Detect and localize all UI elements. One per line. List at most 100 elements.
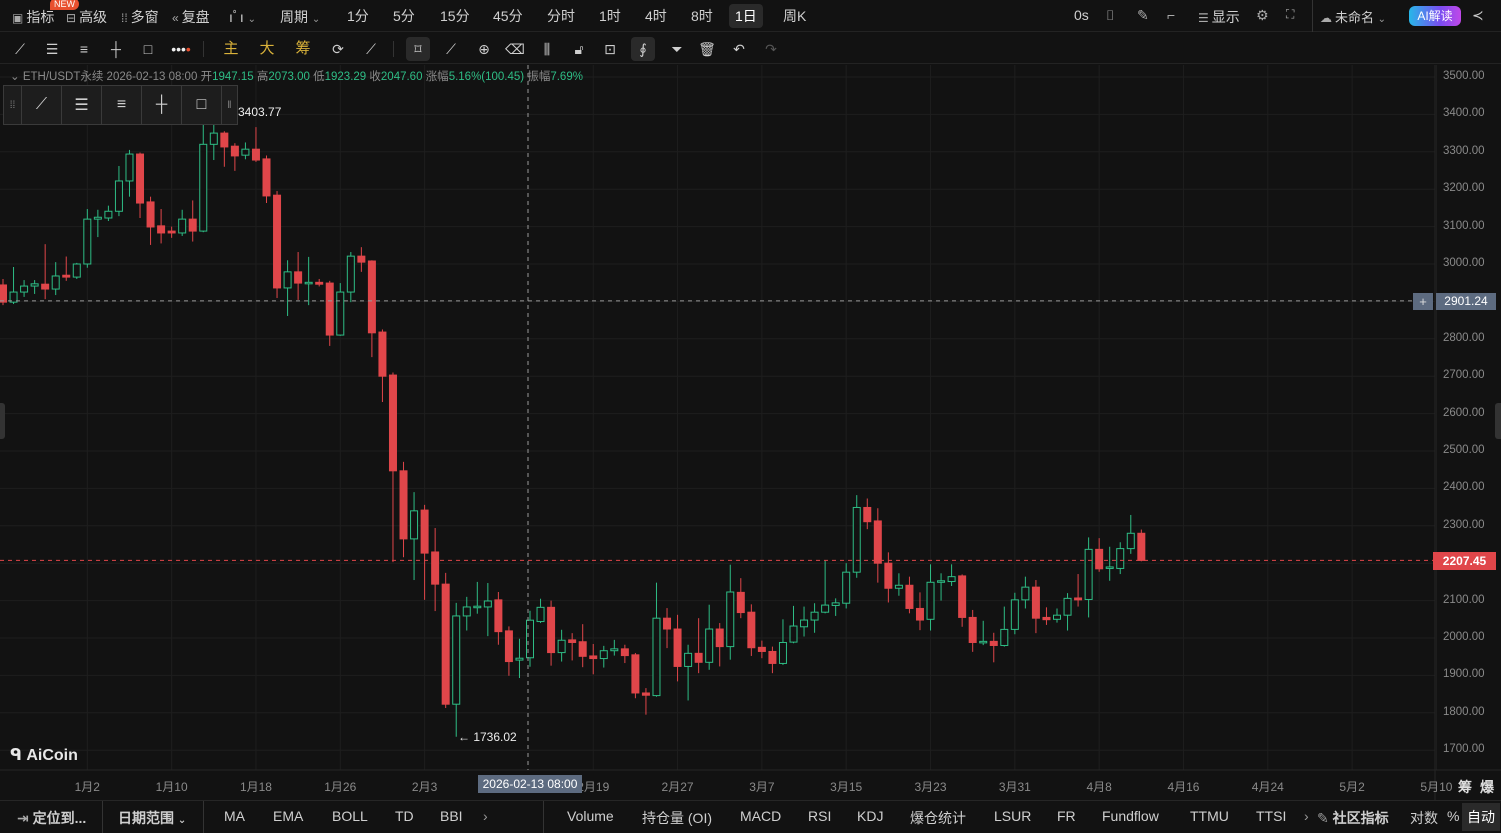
- indicator-volume[interactable]: Volume: [567, 808, 614, 824]
- chevron-right-icon[interactable]: ›: [483, 808, 488, 824]
- collapse-icon[interactable]: ⌄: [10, 71, 20, 83]
- interval-45m[interactable]: 45分: [487, 4, 529, 28]
- indicator-liquidation[interactable]: 爆仓统计: [910, 808, 966, 828]
- indicator-macd[interactable]: MACD: [740, 808, 781, 824]
- indicator-ema[interactable]: EMA: [273, 808, 303, 824]
- community-indicators-button[interactable]: ✎ 社区指标: [1317, 808, 1389, 828]
- candle-body: [1126, 532, 1135, 550]
- left-panel-toggle[interactable]: [0, 403, 5, 439]
- indicators-button[interactable]: ▣ 指标: [12, 7, 54, 27]
- redo-icon[interactable]: ↷: [759, 37, 783, 61]
- candle: [1074, 574, 1083, 607]
- indicator-ma[interactable]: MA: [224, 808, 245, 824]
- rectangle-icon[interactable]: □: [182, 86, 222, 124]
- horizontal-line-icon[interactable]: ┼: [104, 37, 128, 61]
- locate-button[interactable]: ⇥ 定位到...: [17, 808, 86, 828]
- layout-dropdown[interactable]: ☁ 未命名 ⌄: [1320, 7, 1386, 26]
- replay-button[interactable]: «复盘: [172, 7, 210, 27]
- interval-1w[interactable]: 周K: [777, 4, 812, 28]
- candle: [294, 252, 303, 300]
- big-order-button[interactable]: 大: [255, 37, 279, 61]
- chips-button[interactable]: 筹: [291, 37, 315, 61]
- fib-lines-icon[interactable]: ≡: [72, 37, 96, 61]
- auto-scale-toggle[interactable]: 自动: [1462, 803, 1500, 831]
- sync-drawing-icon[interactable]: ⟳: [326, 37, 350, 61]
- interval-timeline[interactable]: 分时: [541, 4, 581, 28]
- indicator-fr[interactable]: FR: [1057, 808, 1076, 824]
- edit-template-icon[interactable]: ⊡: [598, 37, 622, 61]
- indicator-bbi[interactable]: BBI: [440, 808, 463, 824]
- undo-icon[interactable]: ↶: [727, 37, 751, 61]
- rectangle-icon[interactable]: □: [136, 37, 160, 61]
- more-tools-icon[interactable]: ••••: [169, 37, 193, 61]
- candle: [410, 492, 419, 581]
- indicator-lsur[interactable]: LSUR: [994, 808, 1031, 824]
- zoom-in-icon[interactable]: ⊕: [472, 37, 496, 61]
- date-range-dropdown[interactable]: 日期范围 ⌄: [118, 808, 186, 828]
- interval-1d[interactable]: 1日: [729, 4, 763, 28]
- eraser-icon[interactable]: ⌫: [503, 37, 527, 61]
- candle-body: [346, 255, 355, 293]
- chevron-right-icon[interactable]: ›: [1304, 808, 1309, 824]
- candlestick-chart[interactable]: [0, 65, 1501, 800]
- share-icon[interactable]: ≺: [1472, 7, 1484, 24]
- interval-8h[interactable]: 8时: [685, 4, 719, 28]
- main-chart-button[interactable]: 主: [219, 37, 243, 61]
- indicator-rsi[interactable]: RSI: [808, 808, 831, 824]
- bookmark-icon[interactable]: ⌑: [406, 37, 430, 61]
- interval-5m[interactable]: 5分: [387, 4, 421, 28]
- lock-icon[interactable]: 🔓︎: [567, 37, 591, 61]
- interval-1h[interactable]: 1时: [593, 4, 627, 28]
- candles-compare-icon[interactable]: ⫼: [535, 37, 559, 61]
- display-button[interactable]: ☰ 显示: [1198, 7, 1240, 27]
- time-tick-label: 1月18: [239, 780, 272, 794]
- drag-handle-icon[interactable]: ‖: [222, 86, 237, 124]
- brush-icon[interactable]: ⟋: [359, 37, 383, 61]
- time-tick-label: 1月2: [74, 780, 100, 794]
- interval-4h[interactable]: 4时: [639, 4, 673, 28]
- indicator-boll[interactable]: BOLL: [332, 808, 368, 824]
- trend-line-icon[interactable]: ⟋: [22, 86, 62, 124]
- indicator-fundflow[interactable]: Fundflow: [1102, 808, 1159, 824]
- interval-1m[interactable]: 1分: [341, 4, 375, 28]
- comment-icon[interactable]: ⌐: [1167, 7, 1175, 23]
- trend-line-icon[interactable]: ⟋: [8, 37, 32, 61]
- period-dropdown[interactable]: 周期 ⌄: [280, 7, 320, 27]
- fib-lines-icon[interactable]: ≡: [102, 86, 142, 124]
- indicator-oi[interactable]: 持仓量 (OI): [642, 808, 712, 828]
- log-scale-toggle[interactable]: 对数: [1410, 808, 1438, 828]
- candle-body: [114, 180, 123, 212]
- indicator-kdj[interactable]: KDJ: [857, 808, 883, 824]
- interval-15m[interactable]: 15分: [434, 4, 476, 28]
- percent-scale-toggle[interactable]: %: [1447, 808, 1459, 824]
- drag-handle-icon[interactable]: ⁞⁞: [4, 86, 22, 124]
- horizontal-line-icon[interactable]: ┼: [142, 86, 182, 124]
- time-tick-label: 4月8: [1086, 780, 1112, 794]
- magnet-icon[interactable]: ∮: [631, 37, 655, 61]
- chips-toggle[interactable]: 筹: [1458, 777, 1472, 797]
- right-panel-toggle[interactable]: [1495, 403, 1501, 439]
- indicator-ttmu[interactable]: TTMU: [1190, 808, 1229, 824]
- candle-body: [1063, 597, 1072, 616]
- fullscreen-icon[interactable]: ⛶: [1286, 7, 1294, 22]
- candle-body: [578, 641, 587, 657]
- camera-icon[interactable]: ⌷: [1106, 7, 1114, 24]
- pencil-icon[interactable]: ✎: [1137, 7, 1149, 24]
- chart-type-dropdown[interactable]: ıﾟı ⌄: [229, 7, 256, 27]
- add-alert-button[interactable]: +: [1413, 293, 1433, 310]
- trash-icon[interactable]: 🗑︎: [695, 37, 719, 61]
- liquidation-toggle[interactable]: 爆: [1480, 777, 1494, 797]
- multi-window-button[interactable]: ⁞⁞ 多窗: [121, 7, 159, 27]
- settings-icon[interactable]: ⚙: [1256, 7, 1269, 24]
- filter-icon[interactable]: ⏷: [665, 37, 689, 61]
- advanced-button[interactable]: ⊟ 高级: [66, 7, 107, 27]
- parallel-channel-icon[interactable]: ☰: [40, 37, 64, 61]
- ruler-icon[interactable]: ⟋: [439, 37, 463, 61]
- amplitude-value: 7.69%: [550, 71, 583, 83]
- indicator-td[interactable]: TD: [395, 808, 414, 824]
- chart-box-icon: ▣: [12, 11, 24, 25]
- parallel-channel-icon[interactable]: ☰: [62, 86, 102, 124]
- indicator-ttsi[interactable]: TTSI: [1256, 808, 1286, 824]
- ai-interpret-button[interactable]: AI解读: [1409, 6, 1461, 26]
- candle: [663, 608, 672, 649]
